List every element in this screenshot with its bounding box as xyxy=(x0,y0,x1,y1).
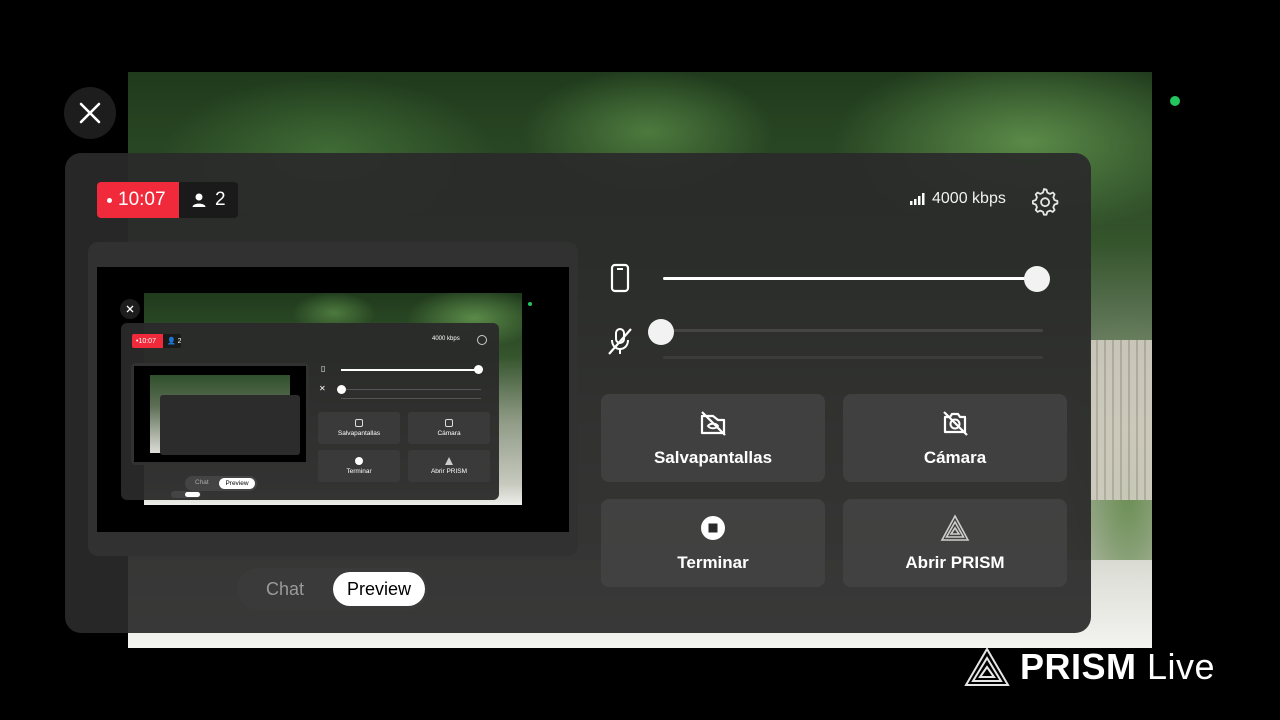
device-volume-knob[interactable] xyxy=(1024,266,1050,292)
settings-button[interactable] xyxy=(1029,186,1059,216)
preview-control-panel: • 10:07 👤 2 4000 kbps ▯ ✕ Salvapantallas… xyxy=(121,323,499,500)
prism-logo-icon xyxy=(964,647,1010,686)
person-icon xyxy=(192,193,206,207)
preview-screen: • 10:07 👤 2 4000 kbps ▯ ✕ Salvapantallas… xyxy=(97,267,569,532)
preview-tile-end: Terminar xyxy=(318,450,400,482)
live-badge: 10:07 2 xyxy=(97,182,238,218)
preview-mic-icon: ✕ xyxy=(319,384,326,393)
camera-button[interactable]: Cámara xyxy=(843,394,1067,482)
close-icon xyxy=(79,102,101,124)
close-button[interactable] xyxy=(64,87,116,139)
preview-mic-knob xyxy=(337,385,346,394)
preview-tile-screensaver: Salvapantallas xyxy=(318,412,400,444)
signal-bars-icon xyxy=(910,193,925,205)
stop-icon xyxy=(701,516,725,540)
preview-device-knob xyxy=(474,365,483,374)
preview-close-icon xyxy=(120,299,140,319)
preview-bitrate: 4000 kbps xyxy=(432,336,460,342)
screensaver-label: Salvapantallas xyxy=(653,448,773,467)
stream-preview: • 10:07 👤 2 4000 kbps ▯ ✕ Salvapantallas… xyxy=(88,242,578,556)
end-stream-button[interactable]: Terminar xyxy=(601,499,825,587)
screensaver-button[interactable]: Salvapantallas xyxy=(601,394,825,482)
phone-icon xyxy=(610,263,630,293)
preview-live-badge: • 10:07 👤 2 xyxy=(132,334,181,348)
screensaver-off-icon xyxy=(700,411,726,436)
camera-off-icon xyxy=(943,411,968,436)
preview-viewer-count: 👤 2 xyxy=(163,334,181,348)
view-tabs: Chat Preview xyxy=(237,568,428,610)
preview-tile-camera: Cámara xyxy=(408,412,490,444)
preview-status-dot xyxy=(528,302,532,306)
live-control-panel: 10:07 2 4000 kbps • 10:07 👤 2 4000 kbps … xyxy=(65,153,1091,633)
brand-name-bold: PRISM xyxy=(1020,646,1137,687)
viewer-count-text: 2 xyxy=(215,189,226,210)
mic-volume-knob[interactable] xyxy=(648,319,674,345)
preview-device-slider xyxy=(341,369,479,371)
camera-label: Cámara xyxy=(923,448,987,467)
preview-level-bar xyxy=(341,398,481,399)
preview-nested-preview xyxy=(131,363,309,498)
gear-icon xyxy=(1032,188,1059,216)
mic-off-icon[interactable] xyxy=(606,326,634,356)
device-volume-track[interactable] xyxy=(663,277,1037,280)
preview-live-time: • 10:07 xyxy=(132,334,163,348)
preview-gear-icon xyxy=(477,335,487,345)
open-prism-label: Abrir PRISM xyxy=(905,553,1005,572)
brand-name-light: Live xyxy=(1147,646,1216,687)
mic-level-meter xyxy=(663,356,1043,359)
live-dot-icon xyxy=(107,197,112,203)
prism-logo-icon xyxy=(940,514,970,541)
status-indicator-dot xyxy=(1170,96,1180,106)
tab-chat[interactable]: Chat xyxy=(237,568,333,610)
tab-preview[interactable]: Preview xyxy=(333,572,425,606)
end-stream-label: Terminar xyxy=(677,553,749,572)
bitrate-text: 4000 kbps xyxy=(932,190,1006,207)
preview-mic-track xyxy=(341,389,481,390)
bitrate-indicator: 4000 kbps xyxy=(910,190,1006,208)
preview-tile-open-prism: Abrir PRISM xyxy=(408,450,490,482)
prism-live-watermark: PRISM Live xyxy=(964,646,1215,688)
viewer-count: 2 xyxy=(179,182,238,218)
live-timer: 10:07 xyxy=(97,182,179,218)
open-prism-button[interactable]: Abrir PRISM xyxy=(843,499,1067,587)
mic-volume-track[interactable] xyxy=(663,329,1043,332)
live-time-text: 10:07 xyxy=(118,189,166,210)
preview-tabs: Chat Preview xyxy=(185,476,257,491)
background-video-fence xyxy=(1090,340,1152,500)
preview-device-icon: ▯ xyxy=(321,364,326,373)
